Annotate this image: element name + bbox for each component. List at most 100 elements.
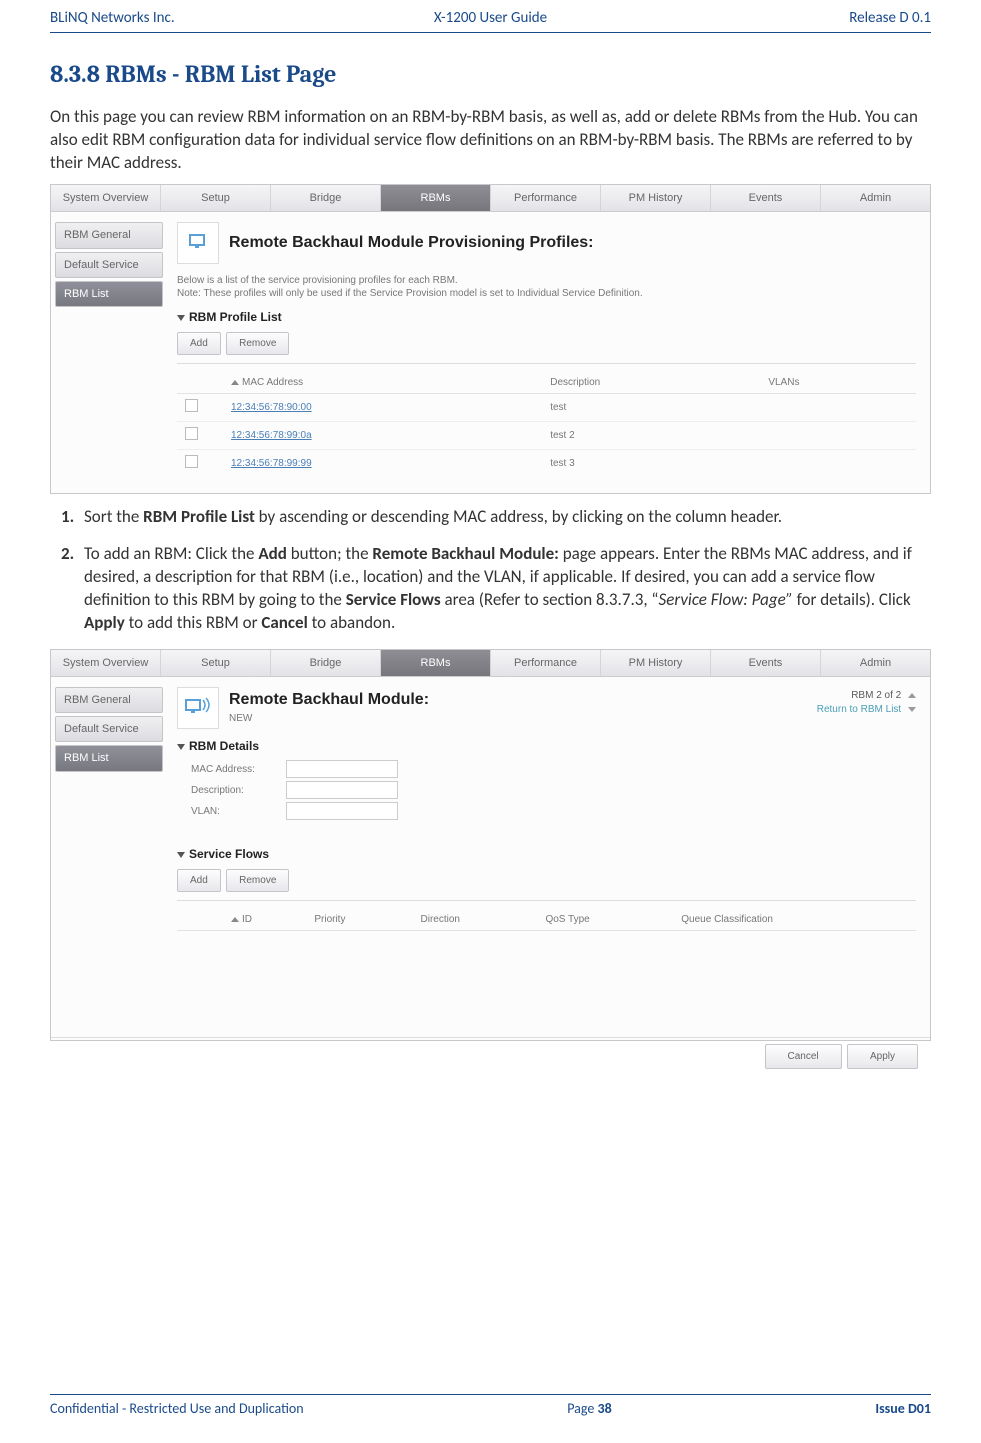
vlan-input[interactable] bbox=[286, 802, 398, 820]
row-desc: test 2 bbox=[542, 422, 760, 450]
tab-performance[interactable]: Performance bbox=[491, 185, 601, 211]
rbm-nav-box: RBM 2 of 2 Return to RBM List bbox=[817, 689, 916, 717]
rbm-details-head: RBM Details bbox=[177, 739, 916, 755]
side-default-service[interactable]: Default Service bbox=[55, 716, 163, 742]
col-qos[interactable]: QoS Type bbox=[537, 909, 673, 931]
header-rule bbox=[50, 32, 931, 33]
tab-setup[interactable]: Setup bbox=[161, 650, 271, 676]
tab-events[interactable]: Events bbox=[711, 185, 821, 211]
table-row: 12:34:56:78:90:00 test bbox=[177, 394, 916, 422]
sf-add-button[interactable]: Add bbox=[177, 869, 221, 892]
screenshot-rbm-list: System Overview Setup Bridge RBMs Perfor… bbox=[50, 184, 931, 494]
side-rbm-list[interactable]: RBM List bbox=[55, 745, 163, 771]
intro-paragraph: On this page you can review RBM informat… bbox=[50, 106, 931, 175]
side-rbm-general[interactable]: RBM General bbox=[55, 687, 163, 713]
tab-bridge[interactable]: Bridge bbox=[271, 185, 381, 211]
ss2-subtitle: NEW bbox=[229, 713, 252, 724]
cancel-button[interactable]: Cancel bbox=[765, 1044, 842, 1069]
main-tabs: System Overview Setup Bridge RBMs Perfor… bbox=[51, 650, 930, 677]
sort-asc-icon bbox=[231, 380, 239, 385]
col-direction[interactable]: Direction bbox=[413, 909, 538, 931]
remove-button[interactable]: Remove bbox=[226, 332, 289, 355]
footer-left: Confidential - Restricted Use and Duplic… bbox=[50, 1400, 304, 1419]
table-row: 12:34:56:78:99:0a test 2 bbox=[177, 422, 916, 450]
step-1: Sort the RBM Profile List by ascending o… bbox=[78, 506, 931, 529]
divider bbox=[177, 900, 916, 901]
ss1-note2: Note: These profiles will only be used i… bbox=[177, 288, 643, 299]
side-rbm-general[interactable]: RBM General bbox=[55, 222, 163, 248]
rbm-icon bbox=[177, 687, 219, 729]
tab-system-overview[interactable]: System Overview bbox=[51, 650, 161, 676]
mac-input[interactable] bbox=[286, 760, 398, 778]
footer-right: Issue D01 bbox=[875, 1400, 931, 1419]
row-desc: test 3 bbox=[542, 450, 760, 478]
mac-label: MAC Address: bbox=[191, 763, 286, 776]
page-header: BLiNQ Networks Inc. X-1200 User Guide Re… bbox=[50, 0, 931, 32]
row-checkbox[interactable] bbox=[185, 399, 198, 412]
next-rbm-icon[interactable] bbox=[908, 707, 916, 712]
side-rbm-list[interactable]: RBM List bbox=[55, 281, 163, 307]
divider bbox=[177, 363, 916, 364]
vlan-label: VLAN: bbox=[191, 805, 286, 818]
action-row: Cancel Apply bbox=[51, 1038, 930, 1069]
desc-label: Description: bbox=[191, 784, 286, 797]
header-left: BLiNQ Networks Inc. bbox=[50, 8, 344, 28]
side-default-service[interactable]: Default Service bbox=[55, 252, 163, 278]
col-queue-class[interactable]: Queue Classification bbox=[673, 909, 916, 931]
col-mac[interactable]: MAC Address bbox=[223, 372, 542, 394]
collapse-icon[interactable] bbox=[177, 852, 185, 858]
rbm-counter: RBM 2 of 2 bbox=[851, 690, 901, 701]
prev-rbm-icon[interactable] bbox=[908, 693, 916, 698]
tab-admin[interactable]: Admin bbox=[821, 650, 930, 676]
tab-events[interactable]: Events bbox=[711, 650, 821, 676]
col-vlan[interactable]: VLANs bbox=[760, 372, 916, 394]
mac-link[interactable]: 12:34:56:78:99:99 bbox=[231, 458, 312, 469]
header-center: X-1200 User Guide bbox=[344, 8, 638, 28]
tab-setup[interactable]: Setup bbox=[161, 185, 271, 211]
ss1-note1: Below is a list of the service provision… bbox=[177, 275, 458, 286]
row-checkbox[interactable] bbox=[185, 427, 198, 440]
header-right: Release D 0.1 bbox=[637, 8, 931, 28]
col-id[interactable]: ID bbox=[223, 909, 306, 931]
desc-input[interactable] bbox=[286, 781, 398, 799]
page-footer: Confidential - Restricted Use and Duplic… bbox=[50, 1394, 931, 1419]
tab-rbms[interactable]: RBMs bbox=[381, 650, 491, 676]
rbm-profile-table: MAC Address Description VLANs 12:34:56:7… bbox=[177, 372, 916, 477]
collapse-icon[interactable] bbox=[177, 744, 185, 750]
main-tabs: System Overview Setup Bridge RBMs Perfor… bbox=[51, 185, 930, 212]
table-row: 12:34:56:78:99:99 test 3 bbox=[177, 450, 916, 478]
service-flows-head: Service Flows bbox=[177, 847, 916, 863]
tab-performance[interactable]: Performance bbox=[491, 650, 601, 676]
footer-page: Page 38 bbox=[304, 1400, 876, 1419]
tab-rbms[interactable]: RBMs bbox=[381, 185, 491, 211]
profile-list-head: RBM Profile List bbox=[177, 310, 916, 326]
tab-pm-history[interactable]: PM History bbox=[601, 650, 711, 676]
sf-remove-button[interactable]: Remove bbox=[226, 869, 289, 892]
tab-bridge[interactable]: Bridge bbox=[271, 650, 381, 676]
row-desc: test bbox=[542, 394, 760, 422]
side-nav: RBM General Default Service RBM List bbox=[51, 677, 163, 1037]
col-desc[interactable]: Description bbox=[542, 372, 760, 394]
tab-pm-history[interactable]: PM History bbox=[601, 185, 711, 211]
service-flows-table: ID Priority Direction QoS Type Queue Cla… bbox=[177, 909, 916, 931]
ss1-title: Remote Backhaul Module Provisioning Prof… bbox=[229, 233, 594, 254]
side-nav: RBM General Default Service RBM List bbox=[51, 212, 163, 493]
ss1-note: Below is a list of the service provision… bbox=[177, 274, 916, 300]
step-2: To add an RBM: Click the Add button; the… bbox=[78, 543, 931, 635]
instruction-list: Sort the RBM Profile List by ascending o… bbox=[50, 506, 931, 635]
apply-button[interactable]: Apply bbox=[847, 1044, 918, 1069]
sort-asc-icon bbox=[231, 917, 239, 922]
screenshot-rbm-detail: System Overview Setup Bridge RBMs Perfor… bbox=[50, 649, 931, 1041]
mac-link[interactable]: 12:34:56:78:90:00 bbox=[231, 402, 312, 413]
add-button[interactable]: Add bbox=[177, 332, 221, 355]
return-link[interactable]: Return to RBM List bbox=[817, 704, 901, 715]
tab-admin[interactable]: Admin bbox=[821, 185, 930, 211]
col-priority[interactable]: Priority bbox=[306, 909, 412, 931]
footer-rule bbox=[50, 1394, 931, 1395]
collapse-icon[interactable] bbox=[177, 315, 185, 321]
tab-system-overview[interactable]: System Overview bbox=[51, 185, 161, 211]
mac-link[interactable]: 12:34:56:78:99:0a bbox=[231, 430, 312, 441]
ss2-title: Remote Backhaul Module: bbox=[229, 691, 429, 708]
rbm-icon bbox=[177, 222, 219, 264]
row-checkbox[interactable] bbox=[185, 455, 198, 468]
